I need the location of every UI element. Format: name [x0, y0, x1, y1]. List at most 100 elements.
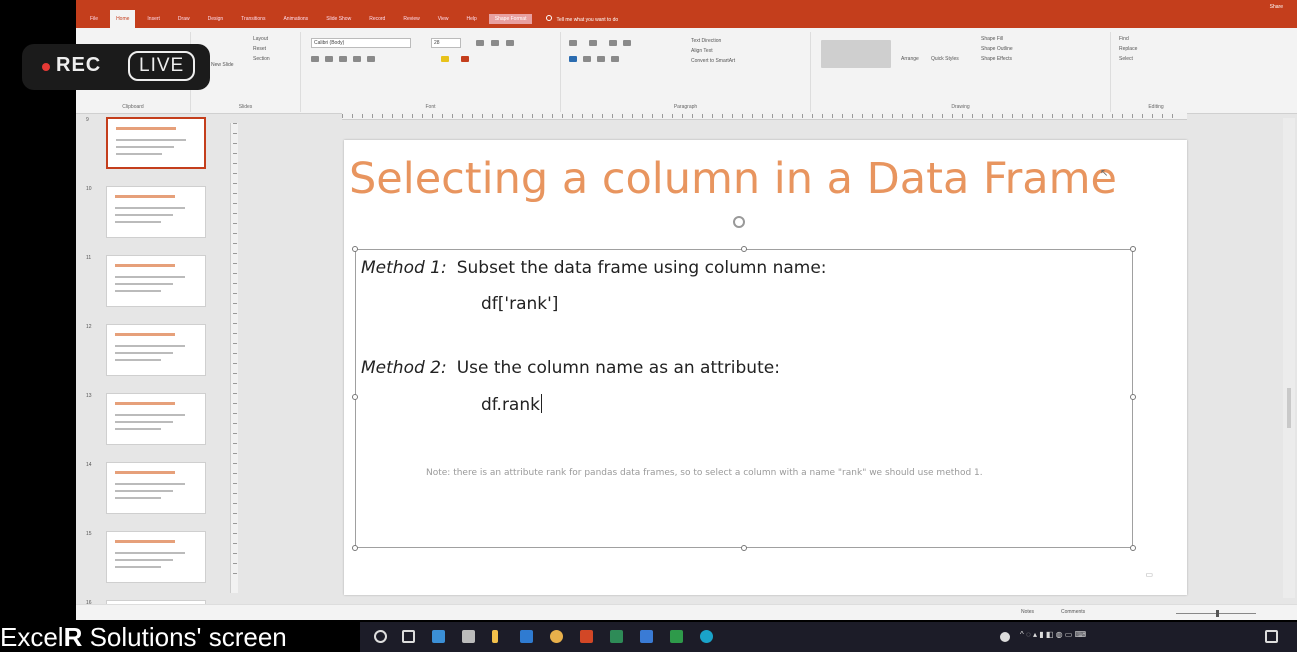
replace-button[interactable]: Replace: [1119, 46, 1137, 52]
align-left-icon[interactable]: [569, 56, 577, 62]
cloud-icon[interactable]: [1000, 632, 1010, 642]
slide-thumbnail-image[interactable]: [106, 393, 206, 445]
calendar-icon[interactable]: [520, 630, 533, 643]
shape-effects-button[interactable]: Shape Effects: [981, 56, 1012, 62]
tab-design[interactable]: Design: [202, 14, 230, 24]
rotate-handle[interactable]: [733, 216, 745, 228]
chrome-icon[interactable]: [550, 630, 563, 643]
arrange-button[interactable]: Arrange: [901, 56, 919, 62]
excel-icon[interactable]: [610, 630, 623, 643]
font-size-field[interactable]: 28: [431, 38, 461, 48]
tab-insert[interactable]: Insert: [141, 14, 166, 24]
clear-format-icon[interactable]: [506, 40, 514, 46]
justify-icon[interactable]: [611, 56, 619, 62]
scrollbar-thumb[interactable]: [1287, 388, 1291, 428]
select-button[interactable]: Select: [1119, 56, 1133, 62]
resize-handle-br[interactable]: [1130, 545, 1136, 551]
numbering-icon[interactable]: [589, 40, 597, 46]
new-slide-button[interactable]: New Slide: [211, 62, 234, 68]
center-icon[interactable]: [583, 56, 591, 62]
notes-button[interactable]: Notes: [1021, 609, 1034, 615]
font-name-field[interactable]: Calibri (Body): [311, 38, 411, 48]
tab-draw[interactable]: Draw: [172, 14, 196, 24]
tab-help[interactable]: Help: [460, 14, 482, 24]
slide-thumbnail-image[interactable]: [106, 462, 206, 514]
slide-thumbnail[interactable]: 9: [86, 117, 206, 177]
spotify-icon[interactable]: [670, 630, 683, 643]
tab-transitions[interactable]: Transitions: [235, 14, 271, 24]
slide-thumbnail[interactable]: 11: [86, 255, 206, 315]
tab-slide-show[interactable]: Slide Show: [320, 14, 357, 24]
resize-handle-b[interactable]: [741, 545, 747, 551]
tab-record[interactable]: Record: [363, 14, 391, 24]
word-icon[interactable]: [640, 630, 653, 643]
tab-shape-format[interactable]: Shape Format: [488, 14, 533, 24]
shape-fill-button[interactable]: Shape Fill: [981, 36, 1003, 42]
slide-thumbnail[interactable]: 12: [86, 324, 206, 384]
section-button[interactable]: Section: [253, 56, 270, 62]
font-color-icon[interactable]: [461, 56, 469, 62]
search-icon[interactable]: [374, 630, 387, 643]
zoom-slider-knob[interactable]: [1216, 610, 1219, 617]
grow-font-icon[interactable]: [476, 40, 484, 46]
tab-animations[interactable]: Animations: [277, 14, 314, 24]
tab-view[interactable]: View: [432, 14, 455, 24]
notifications-icon[interactable]: [1265, 630, 1278, 643]
decrease-indent-icon[interactable]: [609, 40, 617, 46]
align-right-icon[interactable]: [597, 56, 605, 62]
slide-thumbnail[interactable]: 13: [86, 393, 206, 453]
tell-me-search[interactable]: Tell me what you want to do: [546, 15, 618, 23]
convert-smartart-button[interactable]: Convert to SmartArt: [691, 58, 735, 64]
highlight-icon[interactable]: [441, 56, 449, 62]
ruler-tick: [233, 323, 237, 324]
slide-canvas[interactable]: Selecting a column in a Data Frame ↖ Met…: [344, 140, 1187, 595]
underline-icon[interactable]: [339, 56, 347, 62]
slide-title[interactable]: Selecting a column in a Data Frame: [349, 154, 1117, 204]
increase-indent-icon[interactable]: [623, 40, 631, 46]
resize-handle-r[interactable]: [1130, 394, 1136, 400]
strikethrough-icon[interactable]: [367, 56, 375, 62]
content-placeholder[interactable]: [352, 246, 1136, 551]
slide-thumbnail[interactable]: 15: [86, 531, 206, 591]
slide-thumbnail[interactable]: 10: [86, 186, 206, 246]
shape-outline-button[interactable]: Shape Outline: [981, 46, 1013, 52]
slide-thumbnail-image[interactable]: [106, 117, 206, 169]
tab-review[interactable]: Review: [397, 14, 425, 24]
ruler-tick: [542, 114, 543, 118]
slide-thumbnail-image[interactable]: [106, 186, 206, 238]
edge-icon[interactable]: [700, 630, 713, 643]
vertical-scrollbar[interactable]: [1283, 118, 1295, 598]
align-text-button[interactable]: Align Text: [691, 48, 713, 54]
resize-handle-bl[interactable]: [352, 545, 358, 551]
resize-handle-l[interactable]: [352, 394, 358, 400]
mail-icon[interactable]: [432, 630, 445, 643]
slide-thumbnail-image[interactable]: [106, 255, 206, 307]
tab-home[interactable]: Home: [110, 10, 136, 28]
quick-styles-button[interactable]: Quick Styles: [931, 56, 959, 62]
slide-thumbnail-image[interactable]: [106, 324, 206, 376]
shrink-font-icon[interactable]: [491, 40, 499, 46]
slide-thumbnail-image[interactable]: [106, 531, 206, 583]
comments-button[interactable]: Comments: [1061, 609, 1085, 615]
text-direction-button[interactable]: Text Direction: [691, 38, 721, 44]
tab-file[interactable]: File: [84, 14, 104, 24]
reset-button[interactable]: Reset: [253, 46, 266, 52]
resize-handle-tr[interactable]: [1130, 246, 1136, 252]
find-button[interactable]: Find: [1119, 36, 1129, 42]
task-view-icon[interactable]: [402, 630, 415, 643]
live-button[interactable]: LIVE: [128, 51, 196, 81]
resize-handle-t[interactable]: [741, 246, 747, 252]
italic-icon[interactable]: [325, 56, 333, 62]
powerpoint-icon[interactable]: [580, 630, 593, 643]
bullets-icon[interactable]: [569, 40, 577, 46]
shapes-gallery[interactable]: [821, 40, 891, 68]
resize-handle-tl[interactable]: [352, 246, 358, 252]
app-icon[interactable]: [492, 630, 498, 643]
share-button[interactable]: Share: [1270, 4, 1283, 10]
slide-thumbnail[interactable]: 14: [86, 462, 206, 522]
teams-icon[interactable]: [462, 630, 475, 643]
shadow-icon[interactable]: [353, 56, 361, 62]
layout-button[interactable]: Layout: [253, 36, 268, 42]
bold-icon[interactable]: [311, 56, 319, 62]
system-tray[interactable]: ^ ◌ ▴ ▮ ◧ ◍ ▭ ⌨: [1020, 630, 1086, 639]
